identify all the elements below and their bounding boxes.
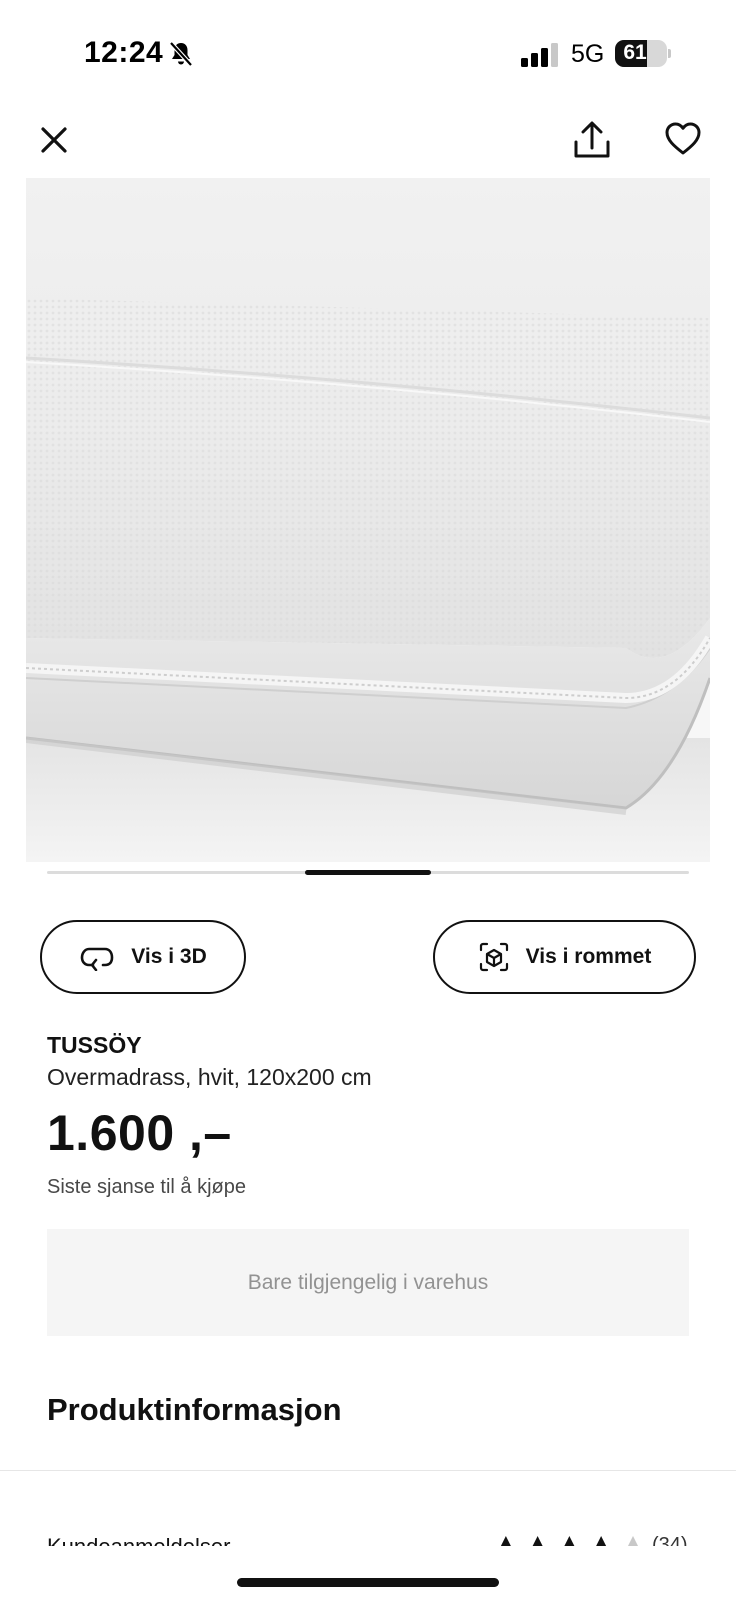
product-info-heading[interactable]: Produktinformasjon	[47, 1392, 342, 1428]
star-rating: ▲ ▲ ▲ ▲ ▲	[494, 1529, 645, 1547]
view-in-room-button[interactable]: Vis i rommet	[433, 920, 696, 994]
ar-cube-icon	[479, 942, 508, 972]
star-icon: ▲	[589, 1529, 614, 1547]
view-3d-label: Vis i 3D	[131, 945, 207, 968]
share-icon[interactable]	[570, 118, 614, 162]
rotate-3d-icon	[80, 947, 114, 971]
status-time: 12:24	[84, 36, 164, 69]
reviews-label: Kundeanmeldelser	[47, 1534, 230, 1546]
product-price: 1.600 ,–	[47, 1105, 232, 1161]
carousel-position-indicator	[305, 870, 431, 875]
reviews-row[interactable]: Kundeanmeldelser ▲ ▲ ▲ ▲ ▲ (34)	[0, 1528, 736, 1547]
cellular-signal-icon	[521, 43, 558, 67]
product-name: TUSSÖY	[47, 1032, 142, 1058]
battery-cap	[668, 49, 671, 58]
star-half-icon: ▲	[621, 1529, 645, 1547]
star-icon: ▲	[494, 1529, 518, 1547]
store-only-banner: Bare tilgjengelig i varehus	[47, 1229, 689, 1336]
view-3d-button[interactable]: Vis i 3D	[40, 920, 246, 994]
star-icon: ▲	[557, 1529, 582, 1547]
battery-icon: 61	[615, 40, 667, 67]
network-type: 5G	[571, 40, 605, 68]
store-only-label: Bare tilgjengelig i varehus	[247, 1270, 489, 1294]
divider	[0, 1470, 736, 1471]
mattress-illustration	[26, 178, 710, 862]
product-image[interactable]	[26, 178, 710, 862]
view-in-room-label: Vis i rommet	[525, 945, 652, 968]
review-count: (34)	[652, 1534, 688, 1546]
star-icon: ▲	[525, 1529, 550, 1547]
heart-icon[interactable]	[662, 118, 704, 160]
battery-level: 61	[623, 41, 647, 64]
status-bar: 12:24 5G 61	[0, 0, 736, 100]
home-indicator[interactable]	[237, 1578, 499, 1587]
bell-slash-icon	[169, 41, 193, 67]
close-icon[interactable]	[34, 120, 74, 160]
availability-note: Siste sjanse til å kjøpe	[47, 1176, 246, 1198]
product-description: Overmadrass, hvit, 120x200 cm	[47, 1064, 372, 1090]
